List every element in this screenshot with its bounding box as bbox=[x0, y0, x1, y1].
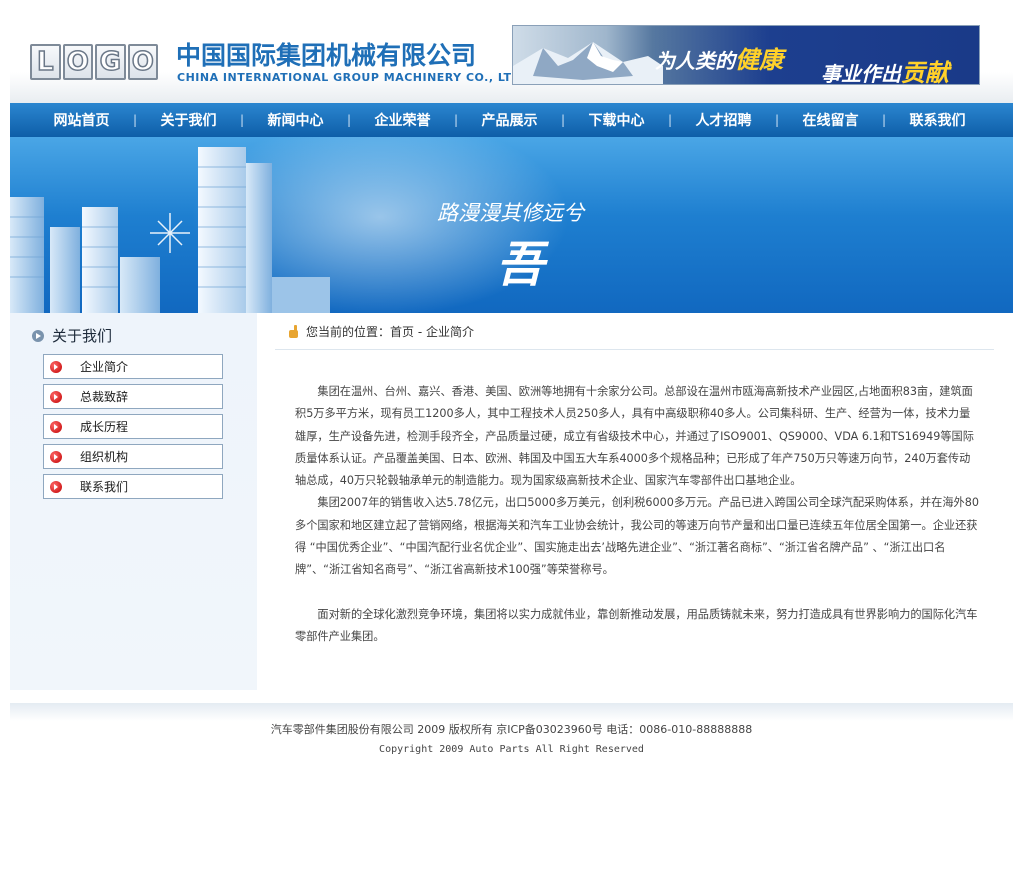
nav-separator: | bbox=[881, 113, 887, 127]
nav-separator: | bbox=[346, 113, 352, 127]
nav-separator: | bbox=[560, 113, 566, 127]
article-body: 集团在温州、台州、嘉兴、香港、美国、欧洲等地拥有十余家分公司。总部设在温州市瓯海… bbox=[295, 381, 980, 648]
red-arrow-bullet-icon bbox=[50, 390, 62, 403]
article-paragraph: 面对新的全球化激烈竞争环境，集团将以实力成就伟业，靠创新推动发展，用品质铸就未来… bbox=[295, 607, 978, 643]
footer-copyright-cn: 汽车零部件集团股份有限公司 2009 版权所有 京ICP备03023960号 电… bbox=[270, 723, 753, 736]
breadcrumb-divider bbox=[275, 349, 994, 350]
breadcrumb: 您当前的位置：首页 - 企业简介 bbox=[288, 323, 474, 340]
nav-separator: | bbox=[667, 113, 673, 127]
slogan-a-prefix: 为人类的 bbox=[655, 49, 735, 73]
sidebar-menu: 企业简介 总裁致辞 成长历程 组织机构 联系我们 bbox=[43, 354, 223, 504]
nav-item-about[interactable]: 关于我们 bbox=[141, 110, 236, 130]
slogan-a-highlight: 健康 bbox=[735, 46, 783, 74]
company-name-cn: 中国国际集团机械有限公司 bbox=[176, 41, 477, 70]
nav-item-products[interactable]: 产品展示 bbox=[462, 110, 557, 130]
hero-title: 路漫漫其修远兮 bbox=[437, 201, 584, 225]
hero-char: 吾 bbox=[496, 237, 545, 293]
arrow-right-icon bbox=[32, 329, 44, 342]
city-buildings-graphic bbox=[10, 147, 330, 313]
sidebar-item-organization[interactable]: 组织机构 bbox=[43, 444, 223, 469]
sidebar-item-history[interactable]: 成长历程 bbox=[43, 414, 223, 439]
logo-letter: G bbox=[95, 44, 126, 80]
nav-item-honors[interactable]: 企业荣誉 bbox=[355, 110, 450, 130]
red-arrow-bullet-icon bbox=[50, 450, 62, 463]
banner-slogan-b: 事业作出贡献 bbox=[821, 53, 949, 85]
nav-separator: | bbox=[239, 113, 245, 127]
sidebar-item-label: 联系我们 bbox=[80, 480, 129, 494]
red-arrow-bullet-icon bbox=[50, 480, 62, 493]
hero-banner: 路漫漫其修远兮 吾 bbox=[10, 137, 1013, 313]
sidebar-item-contact[interactable]: 联系我们 bbox=[43, 474, 223, 499]
sidebar-item-label: 总裁致辞 bbox=[80, 390, 129, 404]
nav-item-news[interactable]: 新闻中心 bbox=[248, 110, 343, 130]
logo-letter: O bbox=[62, 44, 93, 80]
sidebar-item-label: 成长历程 bbox=[80, 420, 129, 434]
footer-band bbox=[10, 703, 1013, 721]
logo-letter: O bbox=[127, 44, 158, 80]
company-name-en: CHINA INTERNATIONAL GROUP MACHINERY CO.,… bbox=[177, 71, 526, 84]
pointing-hand-icon bbox=[288, 324, 300, 339]
article-paragraph: 集团2007年的销售收入达5.78亿元，出口5000多万美元，创利税6000多万… bbox=[295, 496, 979, 577]
main-nav: 网站首页 | 关于我们 | 新闻中心 | 企业荣誉 | 产品展示 | 下载中心 … bbox=[10, 103, 1013, 137]
footer-copyright-en: Copyright 2009 Auto Parts All Right Rese… bbox=[379, 744, 644, 755]
slogan-b-highlight: 贡献 bbox=[901, 59, 949, 85]
nav-separator: | bbox=[132, 113, 138, 127]
red-arrow-bullet-icon bbox=[50, 360, 62, 373]
nav-item-downloads[interactable]: 下载中心 bbox=[569, 110, 664, 130]
nav-item-home[interactable]: 网站首页 bbox=[34, 110, 129, 130]
sidebar-header: 关于我们 bbox=[32, 325, 112, 346]
banner-slogan-a: 为人类的健康 bbox=[655, 40, 783, 75]
slogan-b-prefix: 事业作出 bbox=[821, 62, 901, 85]
article-paragraph: 集团在温州、台州、嘉兴、香港、美国、欧洲等地拥有十余家分公司。总部设在温州市瓯海… bbox=[295, 385, 974, 488]
sidebar: 关于我们 企业简介 总裁致辞 成长历程 组织机构 联系我们 bbox=[10, 313, 257, 690]
red-arrow-bullet-icon bbox=[50, 420, 62, 433]
nav-separator: | bbox=[453, 113, 459, 127]
logo[interactable]: L O G O bbox=[30, 44, 158, 80]
header-banner: 为人类的健康 事业作出贡献 bbox=[512, 25, 980, 85]
sidebar-item-profile[interactable]: 企业简介 bbox=[43, 354, 223, 379]
sidebar-item-president-message[interactable]: 总裁致辞 bbox=[43, 384, 223, 409]
breadcrumb-text: 您当前的位置：首页 - 企业简介 bbox=[306, 325, 474, 339]
nav-item-careers[interactable]: 人才招聘 bbox=[676, 110, 771, 130]
sidebar-item-label: 企业简介 bbox=[80, 360, 129, 374]
nav-item-guestbook[interactable]: 在线留言 bbox=[783, 110, 878, 130]
logo-letter: L bbox=[30, 44, 61, 80]
sidebar-item-label: 组织机构 bbox=[80, 450, 129, 464]
nav-separator: | bbox=[774, 113, 780, 127]
sidebar-title: 关于我们 bbox=[52, 327, 113, 345]
mountain-graphic bbox=[513, 42, 663, 84]
site-header: L O G O 中国国际集团机械有限公司 CHINA INTERNATIONAL… bbox=[10, 0, 1013, 103]
nav-item-contact[interactable]: 联系我们 bbox=[890, 110, 985, 130]
